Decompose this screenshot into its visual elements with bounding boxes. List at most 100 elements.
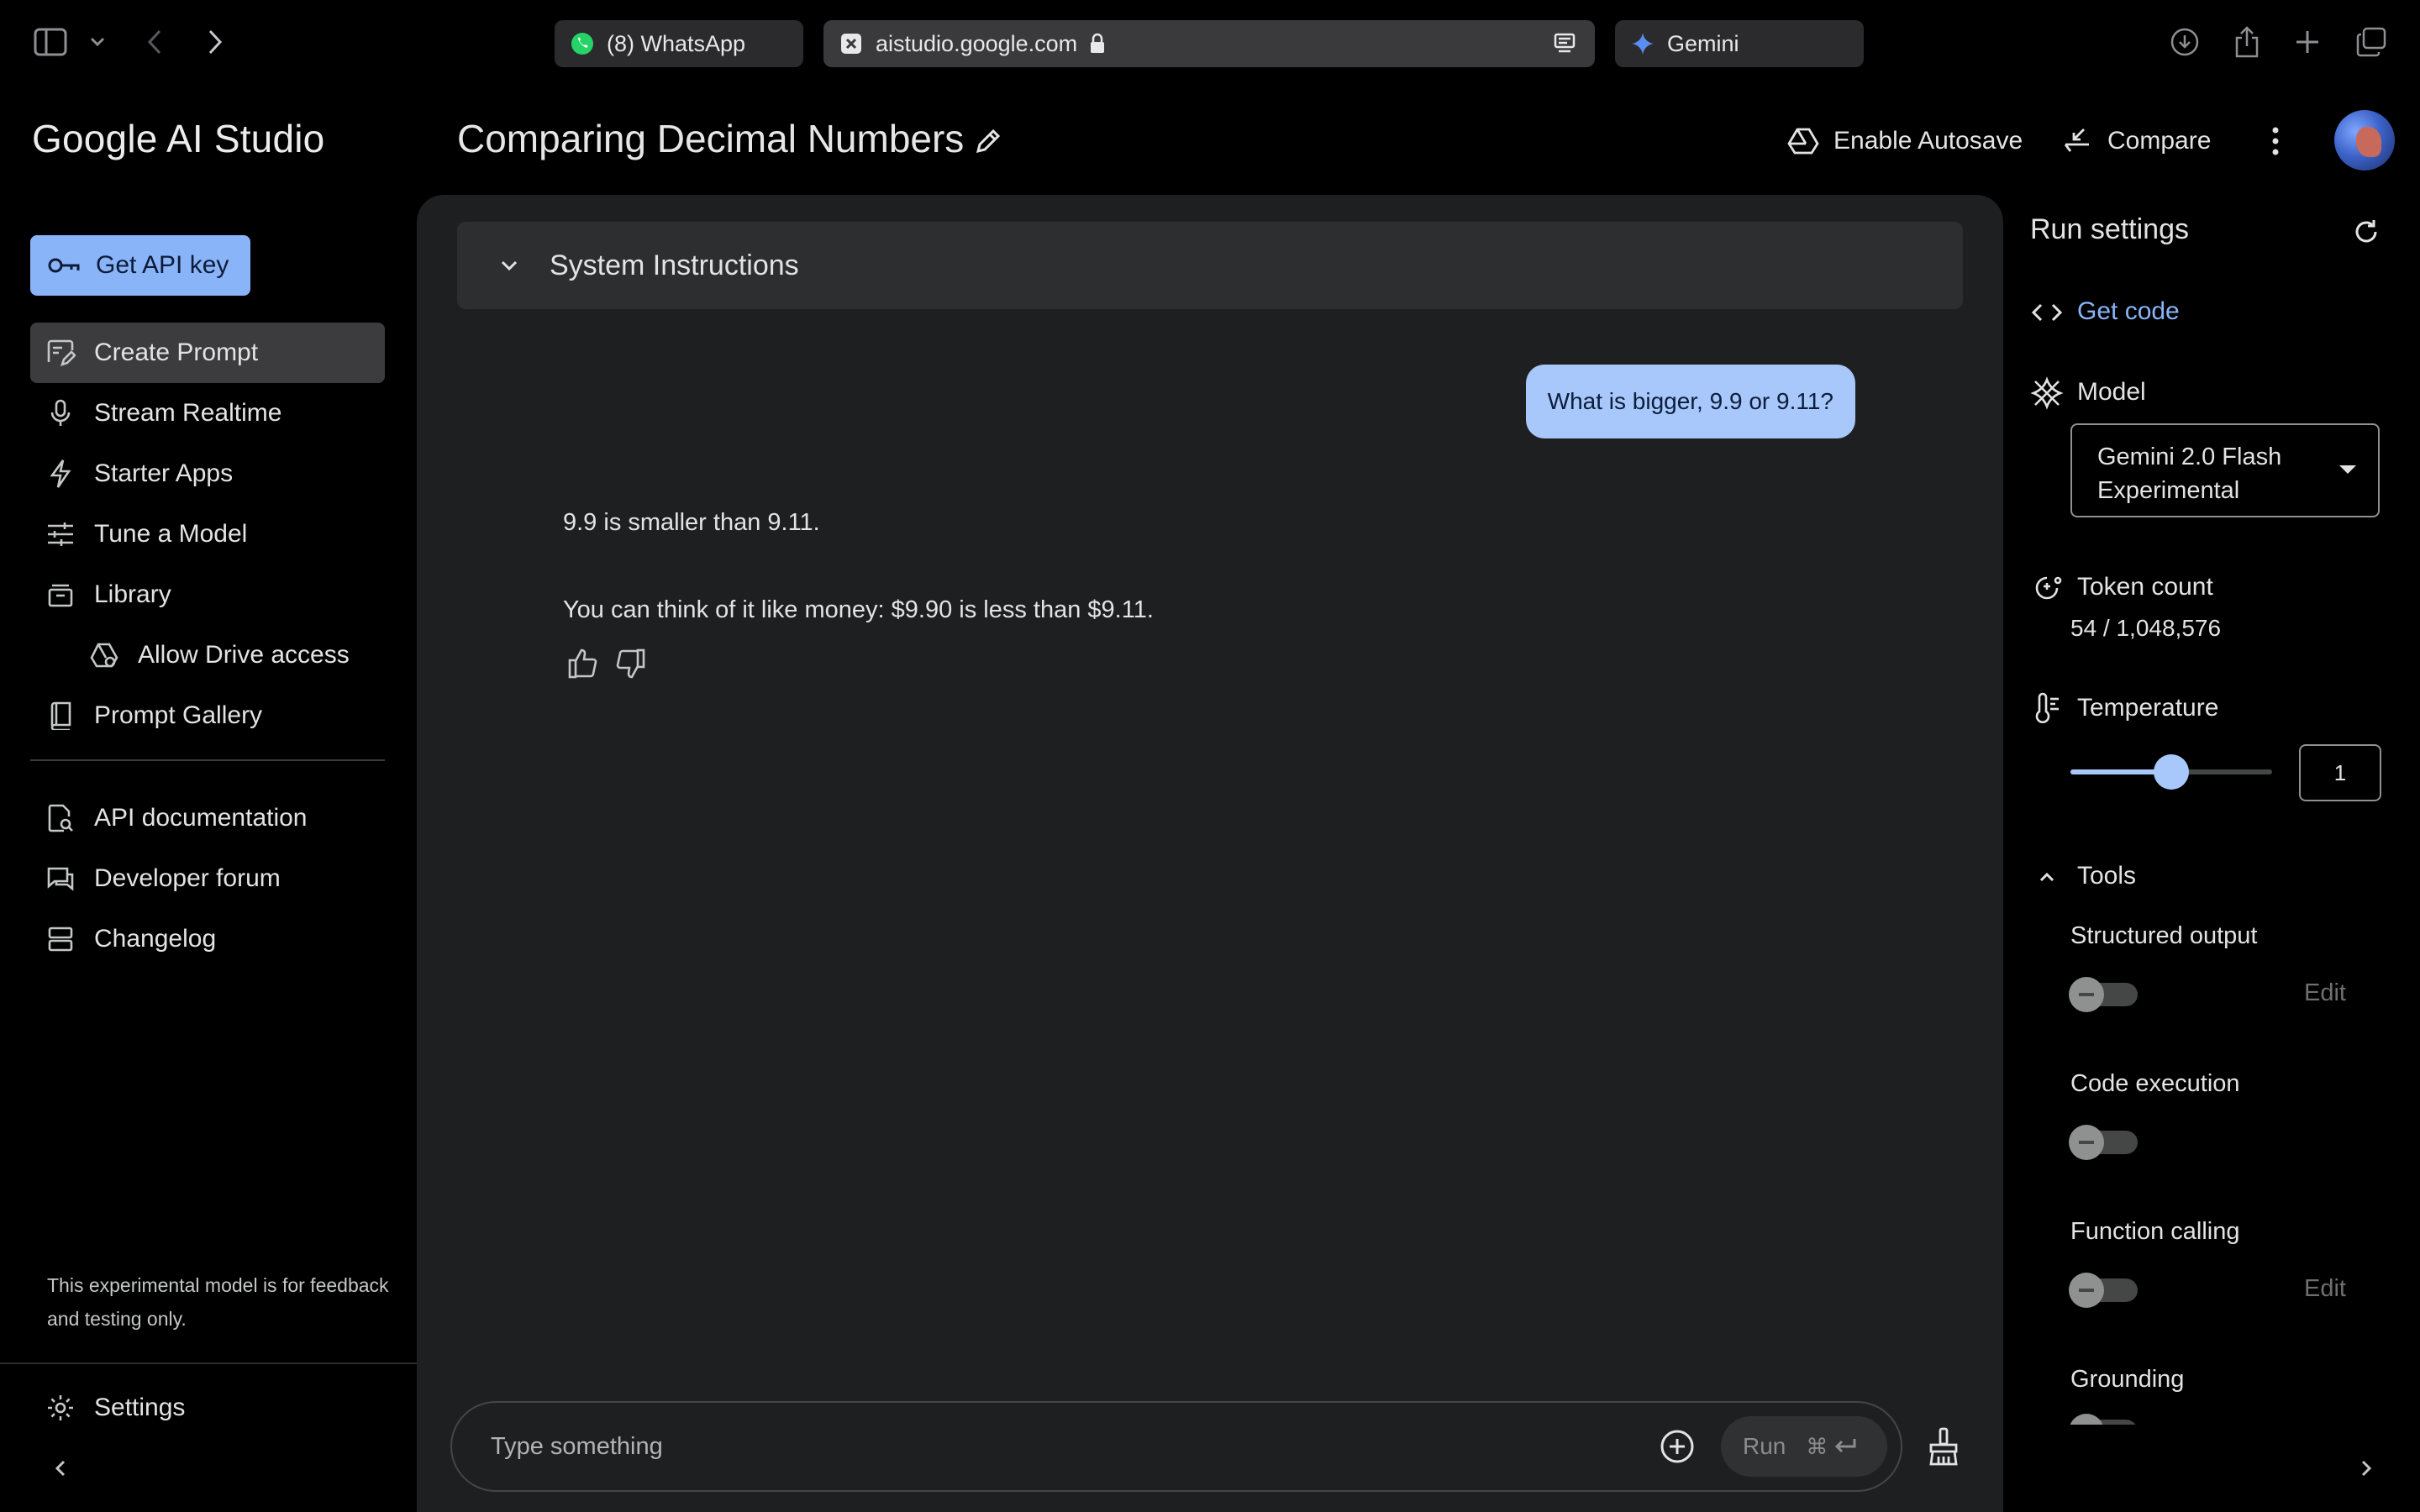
slider-thumb[interactable] — [2154, 754, 2189, 790]
sidebar-item-library[interactable]: Library — [30, 564, 385, 625]
bolt-icon — [44, 457, 77, 491]
app-brand[interactable]: Google AI Studio — [32, 116, 324, 161]
new-tab-icon[interactable] — [2287, 22, 2328, 62]
whatsapp-icon — [570, 31, 595, 56]
thumbs-down-icon[interactable] — [613, 647, 647, 680]
reset-icon[interactable] — [2349, 215, 2383, 249]
model-response-line: You can think of it like money: $9.90 is… — [563, 596, 1154, 623]
tab-gemini[interactable]: Gemini — [1615, 20, 1864, 67]
return-key-icon — [1833, 1436, 1858, 1457]
chevron-up-icon[interactable] — [2030, 860, 2064, 894]
sidebar-link-changelog[interactable]: Changelog — [30, 909, 385, 969]
grounding-toggle[interactable] — [2070, 1414, 2138, 1425]
code-execution-toggle[interactable] — [2069, 1125, 2138, 1160]
tab-overview-icon[interactable] — [2351, 22, 2391, 62]
user-message: What is bigger, 9.9 or 9.11? — [1525, 365, 1855, 438]
chevron-down-icon[interactable] — [77, 22, 118, 62]
code-icon — [2030, 296, 2064, 329]
api-key-label: Get API key — [96, 251, 229, 279]
experimental-disclaimer: This experimental model is for feedback … — [47, 1274, 389, 1330]
tab-whatsapp[interactable]: (8) WhatsApp — [555, 20, 803, 67]
temperature-slider[interactable] — [2070, 754, 2272, 790]
prompt-input[interactable] — [491, 1428, 1625, 1465]
download-icon[interactable] — [2165, 22, 2205, 62]
run-button[interactable]: Run ⌘ — [1721, 1416, 1887, 1477]
model-label: Model — [2077, 378, 2146, 406]
sidebar-item-label: Prompt Gallery — [94, 701, 263, 729]
sidebar-item-stream-realtime[interactable]: Stream Realtime — [30, 383, 385, 444]
lock-icon — [1089, 33, 1106, 55]
system-instructions-label: System Instructions — [550, 249, 799, 281]
sidebar-divider — [30, 759, 385, 761]
sidebar-item-label: Starter Apps — [94, 459, 234, 487]
key-icon — [47, 249, 81, 282]
command-key: ⌘ — [1806, 1433, 1828, 1459]
tab-aistudio[interactable]: aistudio.google.com — [823, 20, 1595, 67]
forward-icon[interactable] — [195, 22, 235, 62]
sidebar-item-label: Allow Drive access — [138, 641, 350, 669]
function-calling-toggle[interactable] — [2069, 1273, 2138, 1308]
sidebar-divider — [0, 1362, 417, 1364]
sidebar-link-developer-forum[interactable]: Developer forum — [30, 848, 385, 909]
changelog-icon — [44, 922, 77, 956]
compare-button[interactable]: Compare — [2060, 118, 2211, 165]
book-icon — [44, 699, 77, 732]
sidebar-link-api-docs[interactable]: API documentation — [30, 788, 385, 848]
back-icon[interactable] — [134, 22, 175, 62]
avatar[interactable] — [2334, 110, 2395, 171]
get-api-key-button[interactable]: Get API key — [30, 235, 251, 296]
chevron-left-icon[interactable] — [44, 1452, 77, 1485]
model-select-value: Gemini 2.0 Flash Experimental — [2097, 444, 2282, 504]
function-calling-edit-link[interactable]: Edit — [2304, 1275, 2346, 1303]
get-code-link[interactable]: Get code — [2077, 297, 2180, 326]
dropdown-arrow-icon — [2339, 465, 2356, 474]
token-count-label: Token count — [2077, 573, 2213, 601]
more-vert-icon[interactable] — [2259, 123, 2292, 160]
thumbs-up-icon[interactable] — [566, 647, 600, 680]
model-select[interactable]: Gemini 2.0 Flash Experimental — [2070, 423, 2380, 517]
compare-label: Compare — [2107, 127, 2212, 155]
sidebar-item-label: Create Prompt — [94, 339, 259, 366]
sidebar-item-allow-drive[interactable]: Allow Drive access — [74, 625, 385, 685]
sidebar-item-prompt-gallery[interactable]: Prompt Gallery — [30, 685, 385, 746]
sidebar-item-tune-model[interactable]: Tune a Model — [30, 504, 385, 564]
sidebar-item-label: API documentation — [94, 804, 308, 832]
sidebar-item-settings[interactable]: Settings — [30, 1378, 385, 1438]
tools-label[interactable]: Tools — [2077, 862, 2136, 890]
sidebar-item-create-prompt[interactable]: Create Prompt — [30, 323, 385, 383]
sidebar-item-label: Library — [94, 580, 171, 608]
structured-output-toggle[interactable] — [2069, 977, 2138, 1012]
add-circle-icon[interactable] — [1659, 1428, 1696, 1465]
drive-icon — [87, 638, 121, 672]
compare-icon — [2060, 124, 2094, 158]
pencil-icon[interactable] — [971, 124, 1005, 158]
tab-label: (8) WhatsApp — [607, 30, 746, 56]
create-prompt-icon — [44, 336, 77, 370]
sidebar-toggle-icon[interactable] — [30, 22, 71, 62]
library-icon — [44, 578, 77, 612]
gemini-sparkle-icon — [1630, 31, 1655, 56]
model-response-line: 9.9 is smaller than 9.11. — [563, 509, 820, 536]
aistudio-favicon — [839, 31, 864, 56]
enable-autosave-button[interactable]: Enable Autosave — [1786, 118, 2023, 165]
sidebar-item-starter-apps[interactable]: Starter Apps — [30, 444, 385, 504]
clear-chat-broom-icon[interactable] — [1924, 1426, 1963, 1467]
code-execution-label: Code execution — [2070, 1070, 2240, 1097]
page-title: Comparing Decimal Numbers — [457, 117, 965, 160]
temperature-label: Temperature — [2077, 694, 2219, 722]
thermometer-icon — [2030, 692, 2064, 726]
chevron-right-icon[interactable] — [2349, 1452, 2383, 1485]
temperature-input[interactable]: 1 — [2299, 744, 2381, 801]
reader-icon[interactable] — [1553, 32, 1576, 55]
function-calling-label: Function calling — [2070, 1218, 2240, 1245]
model-icon — [2030, 376, 2064, 410]
structured-output-label: Structured output — [2070, 922, 2258, 949]
run-label: Run — [1743, 1433, 1786, 1459]
run-shortcut: ⌘ — [1806, 1434, 1858, 1460]
share-icon[interactable] — [2227, 22, 2267, 62]
structured-output-edit-link[interactable]: Edit — [2304, 979, 2346, 1007]
grounding-label: Grounding — [2070, 1366, 2185, 1393]
chevron-down-icon — [492, 249, 526, 282]
token-count-value: 54 / 1,048,576 — [2070, 615, 2222, 641]
system-instructions-header[interactable]: System Instructions — [457, 222, 1963, 309]
